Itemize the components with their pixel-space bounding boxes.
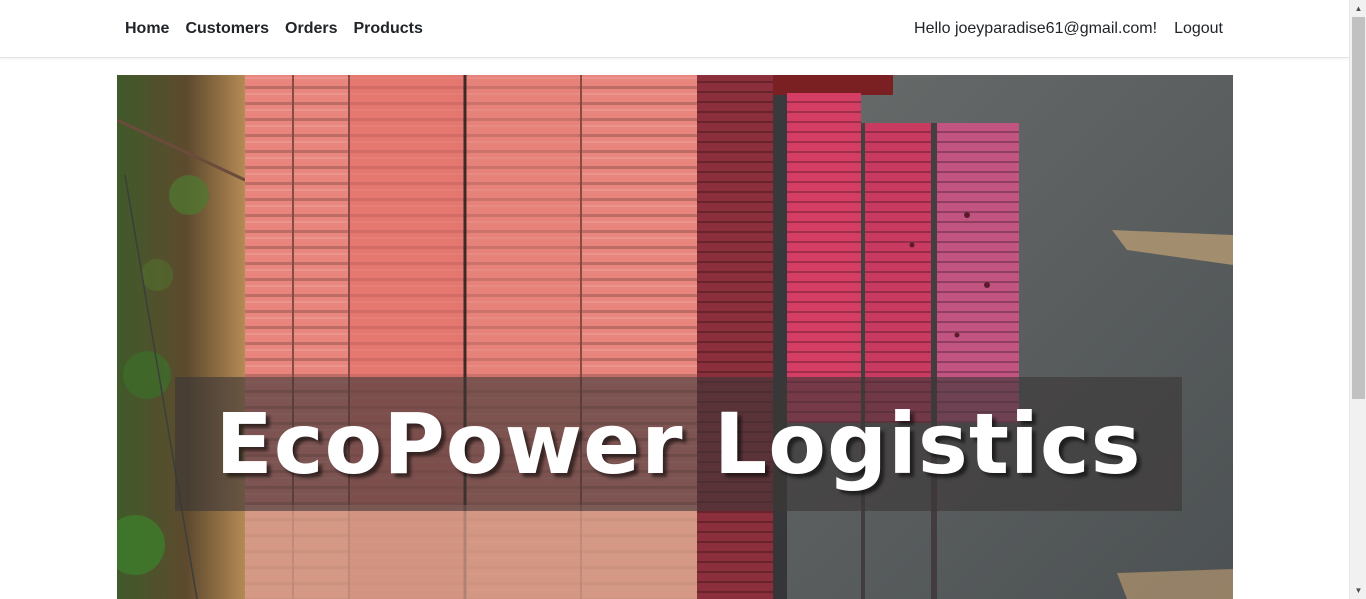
user-greeting: Hello joeyparadise61@gmail.com! [914,20,1158,37]
top-navbar: Home Customers Orders Products Hello joe… [0,0,1349,58]
nav-links: Home Customers Orders Products [125,0,439,58]
scroll-down-arrow-icon[interactable]: ▼ [1350,582,1366,599]
nav-link-orders[interactable]: Orders [285,20,337,38]
nav-link-products[interactable]: Products [354,20,423,38]
nav-link-customers[interactable]: Customers [185,20,269,38]
nav-user-area: Hello joeyparadise61@gmail.com! Logout [914,0,1223,58]
hero-background-image [117,75,1233,599]
hero-title-band: EcoPower Logistics [175,377,1182,511]
hero-title: EcoPower Logistics [215,395,1142,493]
scrollbar-thumb[interactable] [1352,17,1365,399]
nav-link-home[interactable]: Home [125,20,169,38]
vertical-scrollbar[interactable]: ▲ ▼ [1349,0,1366,599]
hero-banner: EcoPower Logistics [117,75,1233,599]
page: Home Customers Orders Products Hello joe… [0,0,1349,599]
scroll-up-arrow-icon[interactable]: ▲ [1350,0,1366,17]
logout-link[interactable]: Logout [1174,20,1223,38]
